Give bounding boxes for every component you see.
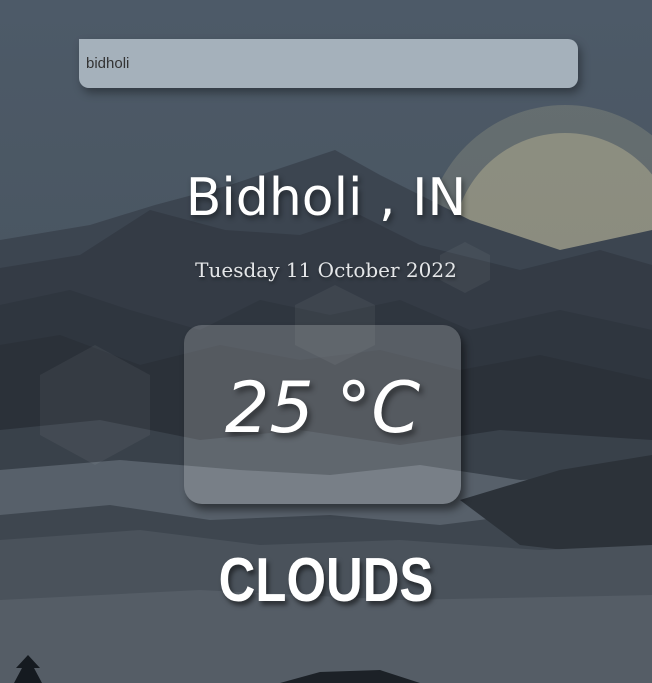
weather-condition: CLOUDS bbox=[218, 546, 434, 615]
search-input[interactable] bbox=[79, 39, 578, 88]
temperature-value: 25 °C bbox=[224, 367, 421, 449]
location-title: Bidholi , IN bbox=[185, 168, 467, 228]
current-date: Tuesday 11 October 2022 bbox=[195, 258, 457, 282]
temperature-card: 25 °C bbox=[184, 325, 461, 504]
